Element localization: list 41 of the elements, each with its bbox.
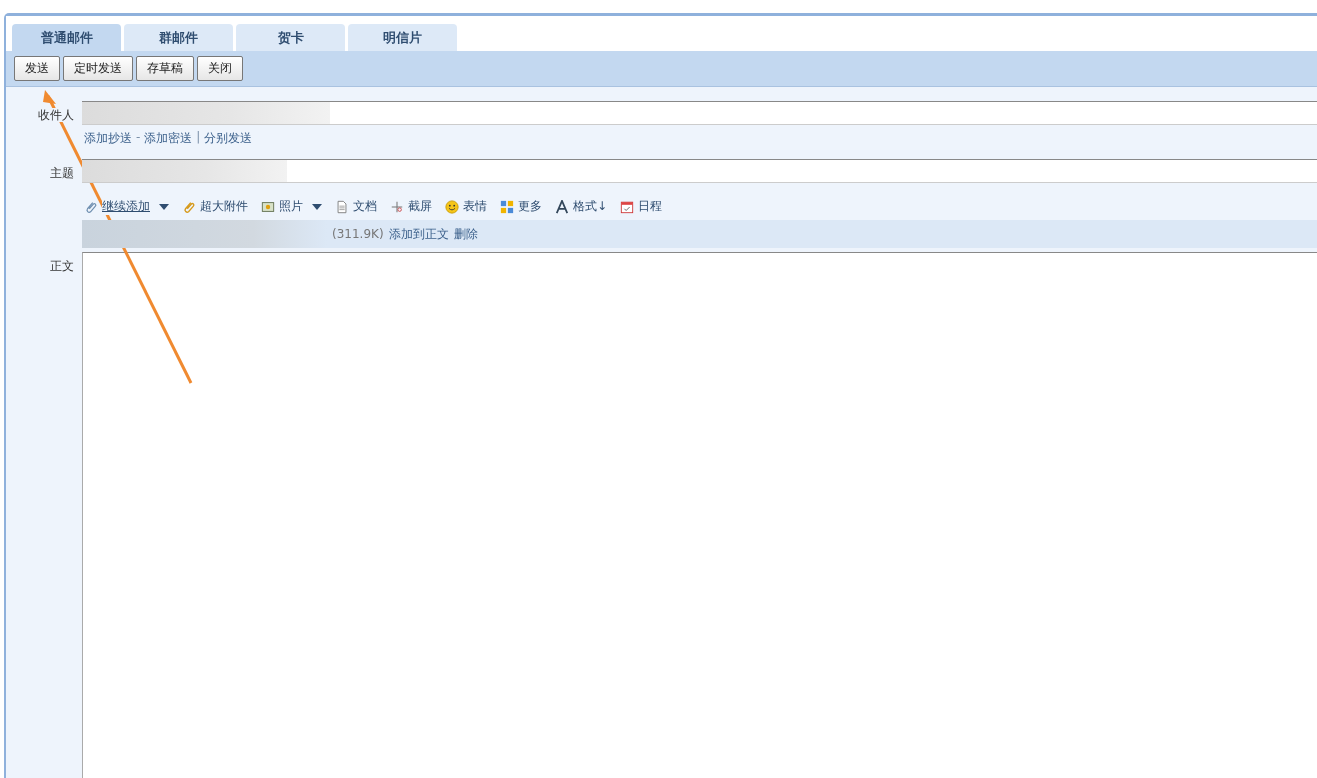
dropdown-caret-icon[interactable] [159, 203, 169, 210]
document-icon [335, 199, 349, 214]
toolbar-link[interactable]: 超大附件 [200, 198, 248, 215]
toolbar-link[interactable]: 格式↓ [573, 198, 608, 215]
tab[interactable]: 明信片 [348, 24, 457, 51]
photo-icon [261, 199, 275, 214]
toolbar-link[interactable]: 照片 [279, 198, 303, 215]
paperclip-icon [182, 199, 196, 214]
grid-icon [500, 199, 514, 214]
subject-field[interactable] [82, 159, 1317, 183]
file-size: (311.9K) [332, 227, 384, 241]
letter-a-icon [555, 199, 569, 214]
link[interactable]: 添加到正文 [388, 225, 449, 243]
link[interactable]: 删除 [453, 225, 478, 243]
subject-label: 主题 [50, 166, 74, 180]
tab[interactable]: 普通邮件 [12, 24, 121, 51]
tab[interactable]: 贺卡 [236, 24, 345, 51]
toolbar-link[interactable]: 更多 [518, 198, 542, 215]
dropdown-caret-icon[interactable] [312, 203, 322, 210]
message-body-field[interactable] [82, 252, 1317, 778]
toolbar-button[interactable]: 存草稿 [136, 56, 194, 81]
toolbar-button[interactable]: 关闭 [197, 56, 243, 81]
body-label: 正文 [50, 259, 74, 273]
calendar-icon [620, 199, 635, 214]
toolbar-link[interactable]: 截屏 [408, 198, 432, 215]
link[interactable]: 分别发送 [204, 130, 253, 147]
separator-text: | [196, 130, 201, 146]
toolbar-button[interactable]: 发送 [14, 56, 60, 81]
toolbar-button[interactable]: 定时发送 [63, 56, 133, 81]
separator-text: - [136, 130, 141, 146]
toolbar-link[interactable]: 表情 [463, 198, 487, 215]
link[interactable]: 添加密送 [144, 130, 193, 147]
recipient-field[interactable] [82, 101, 1317, 125]
toolbar-link[interactable]: 日程 [638, 198, 663, 215]
smiley-icon [445, 199, 459, 214]
recipient-label: 收件人 [38, 108, 74, 122]
tab[interactable]: 群邮件 [124, 24, 233, 51]
paperclip-icon [84, 199, 98, 214]
toolbar-link[interactable]: 继续添加 [102, 198, 150, 215]
link[interactable]: 添加抄送 [84, 130, 132, 147]
toolbar-link[interactable]: 文档 [353, 198, 377, 215]
